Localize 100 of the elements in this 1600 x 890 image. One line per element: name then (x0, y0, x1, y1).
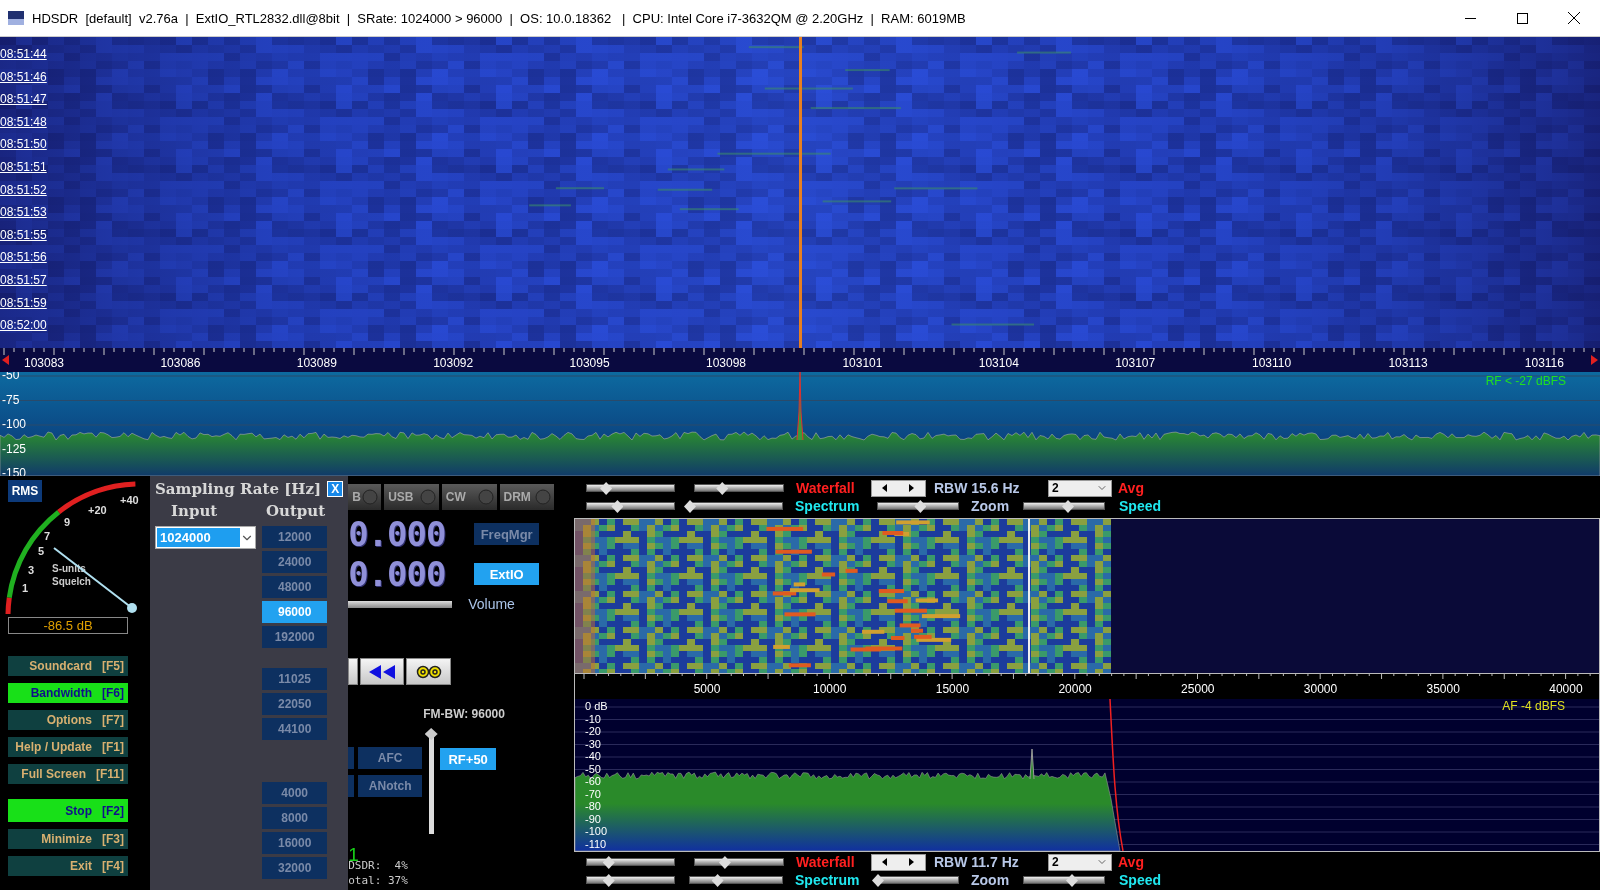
frequency-label: 103116 (1524, 356, 1564, 370)
rf-level-status: RF < -27 dBFS (1485, 374, 1566, 388)
slider-thumb[interactable] (1066, 874, 1078, 887)
dsp-button[interactable]: AFC (358, 747, 423, 769)
needle[interactable] (53, 547, 137, 613)
led-icon (419, 489, 436, 505)
waterfall-label: Waterfall (796, 480, 856, 496)
spectrum-label: Spectrum (795, 872, 861, 888)
function-button[interactable]: Options [F7] (8, 710, 128, 730)
frequency-label: 10000 (813, 682, 847, 697)
minimize-icon (1464, 17, 1476, 19)
slider-thumb[interactable] (684, 500, 696, 513)
rewind-button[interactable] (360, 658, 405, 685)
arrow-buttons[interactable] (871, 853, 926, 871)
play-button[interactable] (348, 658, 359, 685)
fm-bandwidth-label: FM-BW: 96000 (423, 707, 505, 721)
mode-button[interactable]: DRM (499, 484, 555, 510)
avg-select[interactable]: 2 (1048, 853, 1112, 871)
panel-button[interactable]: FreqMgr (474, 523, 540, 545)
volume-label: Volume (468, 596, 515, 612)
output-rate-button[interactable]: 32000 (262, 857, 328, 879)
rf-gain-button[interactable]: RF+50 (440, 748, 497, 770)
scale-label: -125 (2, 441, 27, 456)
panel-button[interactable]: ExtIO (474, 563, 540, 585)
mode-button[interactable]: USB (384, 484, 439, 510)
output-rate-button[interactable]: 44100 (262, 718, 328, 740)
slider-thumb[interactable] (600, 482, 613, 495)
output-rate-button[interactable]: 4000 (262, 782, 328, 804)
slider-thumb[interactable] (602, 856, 615, 869)
function-button[interactable]: Bandwidth [F6] (8, 683, 128, 703)
avg-select[interactable]: 2 (1048, 479, 1112, 497)
function-button[interactable]: Exit [F4] (8, 856, 128, 876)
frequency-display[interactable]: 0.000 (348, 554, 475, 594)
panel-title: Sampling Rate [Hz] (155, 480, 322, 498)
rewind-icon (369, 664, 396, 679)
scroll-left-icon[interactable] (2, 355, 9, 365)
close-icon (1568, 12, 1580, 24)
scale-label: +20 (88, 504, 107, 516)
scale-label: -40 (585, 750, 602, 763)
rms-button[interactable]: RMS (8, 480, 42, 502)
meter-caption: Squelch (52, 576, 91, 587)
frequency-label: 103104 (978, 356, 1019, 370)
frequency-label: 103107 (1115, 356, 1156, 370)
scale-label: 5 (38, 545, 45, 557)
function-button[interactable]: Help / Update [F1] (8, 737, 128, 757)
close-button[interactable]: X (327, 481, 344, 497)
slider-thumb[interactable] (424, 728, 438, 740)
output-rate-button[interactable]: 16000 (262, 832, 328, 854)
timestamp: 08:51:48 (0, 113, 47, 131)
output-rate-button[interactable]: 8000 (262, 807, 328, 829)
dsp-button[interactable]: ANotch (358, 775, 423, 797)
arrow-buttons[interactable] (871, 479, 926, 497)
output-rate-button[interactable]: 192000 (262, 626, 328, 648)
function-button[interactable]: Minimize [F3] (8, 829, 128, 849)
volume-slider[interactable] (348, 600, 453, 608)
mode-button[interactable]: CW (441, 484, 497, 510)
function-button[interactable]: Stop [F2] (8, 799, 128, 822)
function-button[interactable]: Full Screen [F11] (8, 764, 128, 784)
scale-label: 7 (44, 530, 51, 542)
scroll-right-icon[interactable] (1591, 355, 1598, 365)
slider-thumb[interactable] (718, 856, 731, 869)
input-rate-select[interactable]: 1024000 (155, 526, 256, 549)
output-rate-button[interactable]: 22050 (262, 693, 328, 715)
output-rate-button[interactable]: 96000 (262, 601, 328, 623)
frequency-label: 35000 (1426, 682, 1460, 697)
slider-thumb[interactable] (716, 482, 729, 495)
scale-label: -30 (585, 737, 602, 750)
frequency-label: 30000 (1303, 682, 1338, 697)
output-rate-button[interactable]: 48000 (262, 576, 328, 598)
waterfall-label: Waterfall (796, 854, 856, 870)
slider-thumb[interactable] (1062, 500, 1074, 513)
frequency-label: 103095 (569, 356, 610, 370)
timestamp: 08:51:46 (0, 68, 47, 86)
slider-thumb[interactable] (711, 874, 724, 887)
output-rate-button[interactable]: 11025 (262, 668, 328, 690)
timestamp: 08:51:50 (0, 136, 47, 154)
frequency-label: 103089 (296, 356, 337, 370)
speed-label: Speed (1119, 872, 1162, 888)
frequency-label: 20000 (1058, 682, 1092, 697)
signal-readout: -86.5 dB (8, 617, 128, 634)
slider-thumb[interactable] (611, 500, 624, 513)
frequency-display[interactable]: 0.000 (348, 514, 475, 554)
output-rate-button[interactable]: 12000 (262, 526, 328, 548)
scale-label: -100 (585, 825, 608, 838)
scale-label: -20 (585, 725, 602, 738)
scale-label: 3 (28, 564, 35, 576)
mode-button[interactable]: B (348, 484, 382, 510)
function-button[interactable]: Soundcard [F5] (8, 656, 128, 676)
frequency-label: 15000 (935, 682, 970, 697)
output-rate-button[interactable]: 24000 (262, 551, 328, 573)
slider-thumb[interactable] (914, 500, 927, 513)
loop-button[interactable] (406, 658, 452, 685)
scale-label: 9 (64, 516, 71, 528)
timestamp: 08:51:52 (0, 181, 47, 199)
rbw-label: RBW 11.7 Hz (934, 854, 1020, 870)
slider-thumb[interactable] (872, 874, 884, 887)
scale-label: +40 (120, 494, 139, 506)
zoom-label: Zoom (971, 498, 1011, 514)
slider-thumb[interactable] (602, 874, 615, 887)
timestamp: 08:52:00 (0, 317, 47, 335)
